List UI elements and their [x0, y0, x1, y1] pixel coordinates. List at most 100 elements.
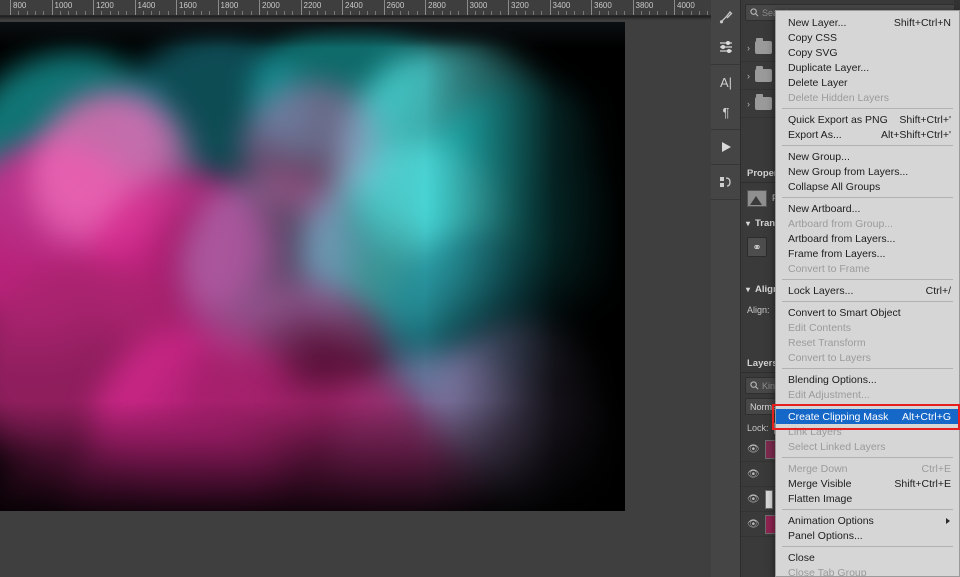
- chevron-right-icon[interactable]: ›: [747, 71, 750, 81]
- ruler-tick-label: 3000: [466, 0, 487, 15]
- ruler-tick-label: 2200: [300, 0, 321, 15]
- chevron-right-icon[interactable]: ›: [747, 99, 750, 109]
- menu-item-new-group[interactable]: New Group...: [776, 149, 959, 164]
- eye-icon[interactable]: 👁: [747, 444, 760, 455]
- ruler-minor-tick: [416, 11, 418, 15]
- menu-separator: [782, 279, 953, 280]
- menu-item-delete-layer[interactable]: Delete Layer: [776, 75, 959, 90]
- menu-item-new-artboard[interactable]: New Artboard...: [776, 201, 959, 216]
- image-vignette-top: [0, 22, 625, 48]
- ruler-minor-tick: [59, 11, 61, 15]
- folder-icon: [755, 94, 772, 110]
- menu-item-copy-css[interactable]: Copy CSS: [776, 30, 959, 45]
- menu-item-merge-visible[interactable]: Merge Visible Shift+Ctrl+E: [776, 476, 959, 491]
- ruler-minor-tick: [698, 11, 700, 15]
- menu-item-label: Quick Export as PNG: [788, 113, 888, 126]
- menu-item-label: Copy CSS: [788, 31, 838, 44]
- ruler-tick-label: 2600: [383, 0, 404, 15]
- link-icon[interactable]: ⚭: [747, 237, 767, 257]
- menu-item-label: Animation Options: [788, 514, 874, 527]
- menu-item-frame-from-layers[interactable]: Frame from Layers...: [776, 246, 959, 261]
- menu-item-label: New Group from Layers...: [788, 165, 909, 178]
- menu-item-collapse-all-groups[interactable]: Collapse All Groups: [776, 179, 959, 194]
- menu-item-shortcut: Ctrl+E: [921, 462, 951, 475]
- ruler-minor-tick: [358, 11, 360, 15]
- strip-group-2: A| ¶: [711, 65, 740, 130]
- menu-item-lock-layers[interactable]: Lock Layers... Ctrl+/: [776, 283, 959, 298]
- ruler-minor-tick: [209, 11, 211, 15]
- menu-item-create-clipping-mask[interactable]: Create Clipping Mask Alt+Ctrl+G: [776, 409, 959, 424]
- menu-item-convert-to-smart-object[interactable]: Convert to Smart Object: [776, 305, 959, 320]
- menu-item-artboard-from-layers[interactable]: Artboard from Layers...: [776, 231, 959, 246]
- menu-item-label: Close Tab Group: [788, 566, 867, 577]
- chevron-down-icon[interactable]: ▾: [746, 219, 750, 228]
- actions-panel-icon[interactable]: [711, 167, 741, 197]
- eye-icon[interactable]: 👁: [747, 469, 760, 480]
- eye-icon[interactable]: 👁: [747, 519, 760, 530]
- menu-item-blending-options[interactable]: Blending Options...: [776, 372, 959, 387]
- menu-item-animation-options[interactable]: Animation Options: [776, 513, 959, 528]
- ruler-minor-tick: [34, 11, 36, 15]
- ruler-minor-tick: [400, 11, 402, 15]
- ruler-tick-label: 1800: [217, 0, 238, 15]
- ruler-minor-tick: [541, 11, 543, 15]
- menu-item-close-tab-group: Close Tab Group: [776, 565, 959, 577]
- ruler-minor-tick: [167, 11, 169, 15]
- document-window[interactable]: موبایل ۱۴۰ فروش آنلاین کالای دیجیتال: [0, 22, 625, 511]
- horizontal-ruler[interactable]: 800 1000 1200 1400 1600 1800 2000 2200 2400 2600 2…: [0, 0, 711, 16]
- menu-item-label: Select Linked Layers: [788, 440, 886, 453]
- adjustments-icon[interactable]: [711, 32, 741, 62]
- layers-panel-context-menu[interactable]: New Layer... Shift+Ctrl+N Copy CSS Copy SVG…: [775, 10, 960, 577]
- menu-separator: [782, 405, 953, 406]
- ruler-minor-tick: [474, 11, 476, 15]
- ruler-minor-tick: [582, 11, 584, 15]
- menu-item-label: Reset Transform: [788, 336, 866, 349]
- chevron-down-icon[interactable]: ▾: [746, 285, 750, 294]
- layer-filter-placeholder: Kin: [762, 380, 776, 391]
- menu-item-panel-options[interactable]: Panel Options...: [776, 528, 959, 543]
- menu-item-label: Create Clipping Mask: [788, 410, 889, 423]
- menu-item-label: Merge Down: [788, 462, 848, 475]
- menu-item-flatten-image[interactable]: Flatten Image: [776, 491, 959, 506]
- layer-thumbnail[interactable]: [765, 489, 773, 509]
- timeline-play-icon[interactable]: [711, 132, 741, 162]
- ruler-minor-tick: [242, 11, 244, 15]
- ruler-minor-tick: [117, 11, 119, 15]
- ruler-minor-tick: [275, 11, 277, 15]
- ruler-minor-tick: [292, 11, 294, 15]
- ink-blob: [240, 82, 390, 232]
- menu-item-label: Panel Options...: [788, 529, 863, 542]
- ruler-minor-tick: [18, 11, 20, 15]
- ruler-minor-tick: [483, 11, 485, 15]
- canvas-area: 800 1000 1200 1400 1600 1800 2000 2200 2400 2600 2…: [0, 0, 711, 577]
- menu-item-label: Lock Layers...: [788, 284, 854, 297]
- ruler-minor-tick: [599, 11, 601, 15]
- menu-item-new-group-from-layers[interactable]: New Group from Layers...: [776, 164, 959, 179]
- menu-item-quick-export-as-png[interactable]: Quick Export as PNG Shift+Ctrl+': [776, 112, 959, 127]
- menu-item-merge-down: Merge Down Ctrl+E: [776, 461, 959, 476]
- chevron-right-icon[interactable]: ›: [747, 43, 750, 53]
- menu-item-duplicate-layer[interactable]: Duplicate Layer...: [776, 60, 959, 75]
- ruler-minor-tick: [151, 11, 153, 15]
- menu-item-label: Export As...: [788, 128, 842, 141]
- ruler-minor-tick: [433, 11, 435, 15]
- ruler-minor-tick: [325, 11, 327, 15]
- brush-presets-icon[interactable]: [711, 2, 741, 32]
- menu-item-convert-to-layers: Convert to Layers: [776, 350, 959, 365]
- menu-item-copy-svg[interactable]: Copy SVG: [776, 45, 959, 60]
- ruler-minor-tick: [267, 11, 269, 15]
- menu-item-label: Close: [788, 551, 815, 564]
- character-panel-icon[interactable]: A|: [711, 67, 741, 97]
- menu-item-export-as[interactable]: Export As... Alt+Shift+Ctrl+': [776, 127, 959, 142]
- ruler-minor-tick: [200, 11, 202, 15]
- menu-item-close[interactable]: Close: [776, 550, 959, 565]
- ruler-tick-label: 2800: [425, 0, 446, 15]
- menu-item-new-layer[interactable]: New Layer... Shift+Ctrl+N: [776, 15, 959, 30]
- ruler-minor-tick: [516, 11, 518, 15]
- ruler-minor-tick: [317, 11, 319, 15]
- menu-item-label: Convert to Layers: [788, 351, 871, 364]
- paragraph-panel-icon[interactable]: ¶: [711, 97, 741, 127]
- ruler-minor-tick: [234, 11, 236, 15]
- menu-item-label: Artboard from Layers...: [788, 232, 896, 245]
- eye-icon[interactable]: 👁: [747, 494, 760, 505]
